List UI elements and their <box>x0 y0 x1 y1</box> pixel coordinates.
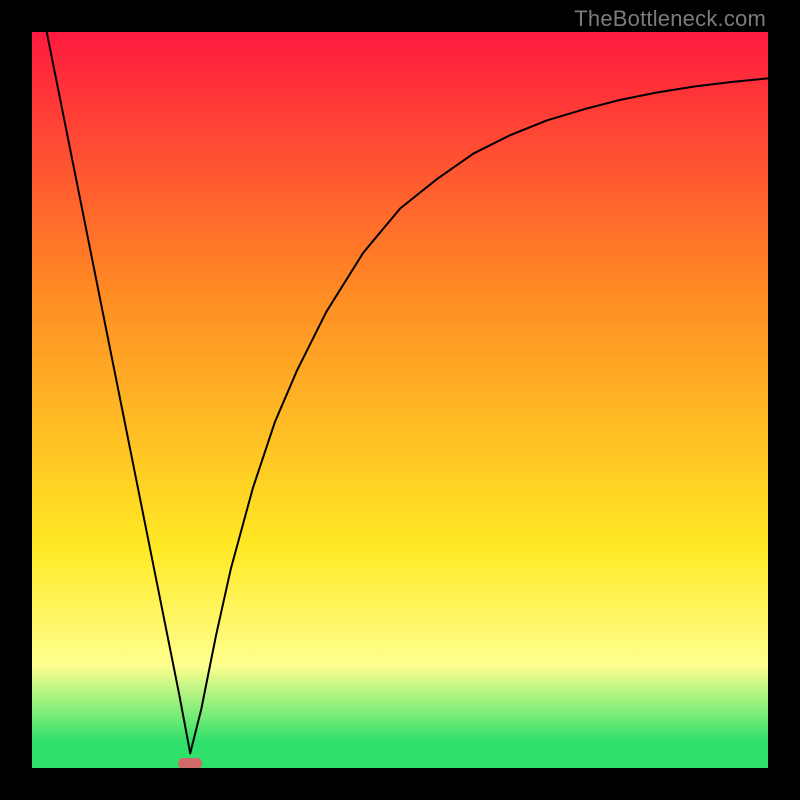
bottleneck-curve <box>32 32 768 768</box>
watermark-label: TheBottleneck.com <box>574 6 766 32</box>
chart-frame: TheBottleneck.com <box>0 0 800 800</box>
plot-area <box>32 32 768 768</box>
bottleneck-marker <box>178 758 202 768</box>
